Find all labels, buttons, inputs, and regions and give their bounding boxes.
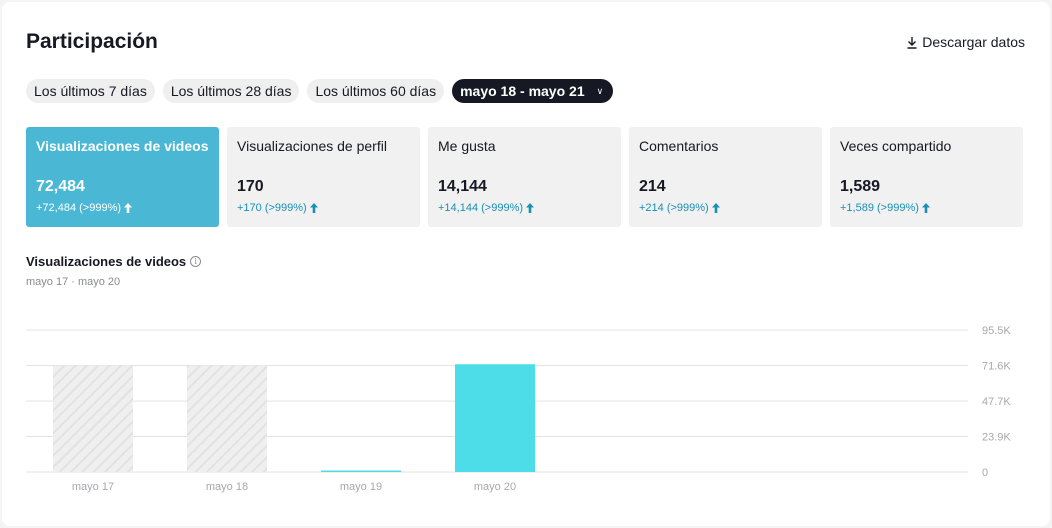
arrow-up-icon [124, 203, 133, 213]
arrow-up-icon [921, 203, 930, 213]
metric-delta: +72,484 (>999%) [36, 202, 133, 214]
metric-delta-text: +1,589 (>999%) [840, 202, 919, 214]
metric-delta: +14,144 (>999%) [438, 202, 535, 214]
metric-label: Visualizaciones de videos [36, 138, 209, 154]
custom-range-dropdown[interactable]: mayo 18 - mayo 21 ∨ [452, 79, 614, 103]
metric-tiles: Visualizaciones de videos 72,484 +72,484… [26, 127, 1023, 227]
bar-mayo-17[interactable] [53, 365, 133, 472]
y-tick-label: 71.6K [982, 361, 1011, 373]
metric-value: 14,144 [438, 178, 487, 195]
filter-last-28-days[interactable]: Los últimos 28 días [162, 79, 300, 103]
metric-tile-video-views[interactable]: Visualizaciones de videos 72,484 +72,484… [26, 127, 219, 227]
x-tick-label: mayo 17 [72, 481, 114, 493]
info-icon[interactable]: i [190, 256, 202, 267]
metric-label: Visualizaciones de perfil [237, 138, 387, 154]
metric-value: 72,484 [36, 178, 85, 195]
bar-mayo-20[interactable] [455, 364, 535, 472]
chart-title-text: Visualizaciones de videos [26, 254, 187, 269]
y-tick-label: 95.5K [982, 325, 1011, 337]
metric-delta-text: +72,484 (>999%) [36, 202, 122, 214]
metric-delta: +170 (>999%) [237, 202, 318, 214]
metric-tile-comments[interactable]: Comentarios 214 +214 (>999%) [629, 127, 822, 227]
date-filter-bar: Los últimos 7 días Los últimos 28 días L… [26, 79, 614, 103]
metric-delta: +214 (>999%) [639, 202, 720, 214]
chevron-down-icon: ∨ [596, 85, 604, 96]
x-tick-label: mayo 19 [340, 481, 382, 493]
metric-label: Comentarios [639, 138, 719, 154]
metric-label: Me gusta [438, 138, 496, 154]
metric-delta-text: +14,144 (>999%) [438, 202, 524, 214]
bar-mayo-19[interactable] [321, 470, 401, 473]
chart-subtitle: mayo 17 · mayo 20 [26, 276, 121, 288]
arrow-up-icon [526, 203, 535, 213]
custom-range-label: mayo 18 - mayo 21 [460, 83, 585, 99]
metric-label: Veces compartido [840, 138, 952, 154]
metric-value: 170 [237, 178, 264, 195]
filter-last-7-days[interactable]: Los últimos 7 días [26, 79, 155, 103]
metric-delta: +1,589 (>999%) [840, 202, 930, 214]
metric-tile-likes[interactable]: Me gusta 14,144 +14,144 (>999%) [428, 127, 621, 227]
metric-delta-text: +170 (>999%) [237, 202, 307, 214]
arrow-up-icon [711, 203, 720, 213]
engagement-card: Participación Descargar datos Los último… [2, 2, 1050, 526]
arrow-up-icon [309, 203, 318, 213]
download-data-button[interactable]: Descargar datos [906, 34, 1025, 50]
y-tick-label: 0 [982, 467, 988, 479]
filter-last-60-days[interactable]: Los últimos 60 días [307, 79, 445, 103]
metric-value: 214 [639, 178, 666, 195]
y-tick-label: 47.7K [982, 396, 1011, 408]
y-tick-label: 23.9K [982, 431, 1011, 443]
metric-tile-shares[interactable]: Veces compartido 1,589 +1,589 (>999%) [830, 127, 1023, 227]
download-label: Descargar datos [922, 34, 1025, 50]
bar-mayo-18[interactable] [187, 365, 267, 472]
metric-delta-text: +214 (>999%) [639, 202, 709, 214]
metric-value: 1,589 [840, 178, 881, 195]
metric-tile-profile-views[interactable]: Visualizaciones de perfil 170 +170 (>999… [227, 127, 420, 227]
page-title: Participación [26, 30, 158, 53]
chart-title: Visualizaciones de videos i [26, 254, 202, 269]
x-tick-label: mayo 18 [206, 481, 248, 493]
video-views-bar-chart: 0 23.9K 47.7K 71.6K 95.5K mayo 17 mayo 18 mayo … [26, 325, 1011, 493]
download-icon [907, 36, 917, 49]
x-tick-label: mayo 20 [474, 481, 516, 493]
